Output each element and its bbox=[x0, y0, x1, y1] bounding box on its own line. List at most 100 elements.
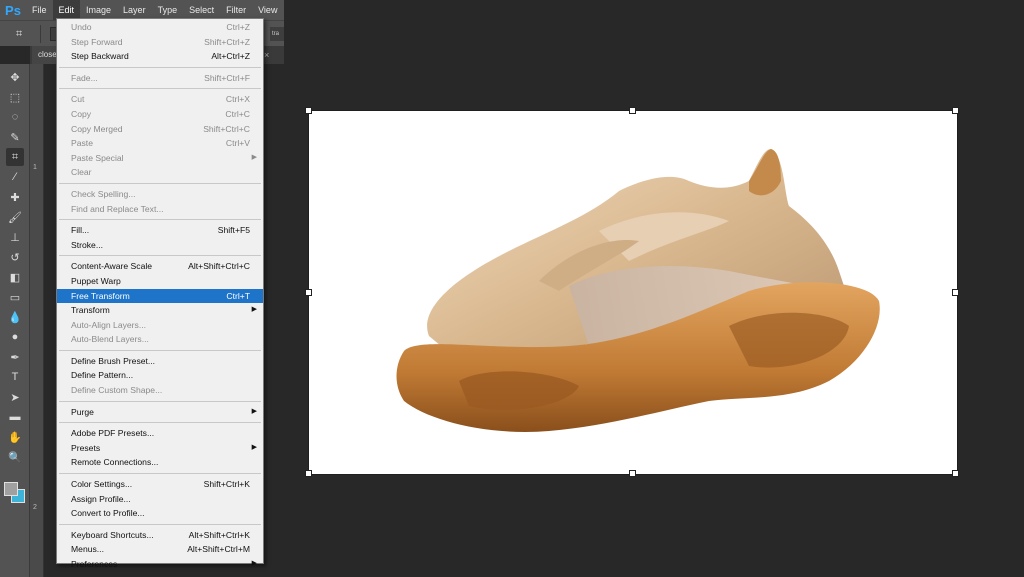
transform-handle-bottom[interactable] bbox=[629, 470, 636, 477]
menu-item-keyboard-shortcuts[interactable]: Keyboard Shortcuts... Alt+Shift+Ctrl+K bbox=[57, 528, 263, 543]
brush-icon[interactable]: 🖌 bbox=[6, 208, 24, 226]
menu-divider bbox=[59, 349, 261, 351]
menu-item-adobe-pdf-presets[interactable]: Adobe PDF Presets... bbox=[57, 426, 263, 441]
sneaker-image bbox=[396, 149, 880, 432]
menu-item-label: Cut bbox=[71, 94, 85, 105]
menu-item-find-and-replace-text[interactable]: Find and Replace Text... bbox=[57, 202, 263, 217]
tab-close-icon[interactable]: × bbox=[264, 50, 269, 60]
menu-item-shortcut: Shift+Ctrl+C bbox=[203, 123, 250, 134]
menu-item-step-forward[interactable]: Step Forward Shift+Ctrl+Z bbox=[57, 35, 263, 50]
zoom-icon[interactable]: 🔍 bbox=[6, 448, 24, 466]
menu-item-shortcut: Shift+Ctrl+K bbox=[203, 479, 250, 490]
menu-image[interactable]: Image bbox=[80, 0, 117, 20]
menu-item-fade[interactable]: Fade... Shift+Ctrl+F bbox=[57, 71, 263, 86]
menu-view[interactable]: View bbox=[252, 0, 283, 20]
menu-file[interactable]: File bbox=[26, 0, 53, 20]
eyedropper-icon[interactable]: ⁄ bbox=[6, 168, 24, 186]
transform-handle-top[interactable] bbox=[629, 107, 636, 114]
menu-divider bbox=[59, 473, 261, 475]
rectangle-icon[interactable]: ▬ bbox=[6, 408, 24, 426]
menu-divider bbox=[59, 182, 261, 184]
menu-item-label: Keyboard Shortcuts... bbox=[71, 529, 154, 540]
healing-icon[interactable]: ✚ bbox=[6, 188, 24, 206]
menu-edit[interactable]: Edit bbox=[52, 0, 81, 20]
menu-item-auto-align-layers[interactable]: Auto-Align Layers... bbox=[57, 318, 263, 333]
marquee-icon[interactable]: ⬚ bbox=[6, 88, 24, 106]
stamp-icon[interactable]: ⊥ bbox=[6, 228, 24, 246]
blur-icon[interactable]: 💧 bbox=[6, 308, 24, 326]
menu-item-label: Presets bbox=[71, 442, 101, 453]
path-select-icon[interactable]: ➤ bbox=[6, 388, 24, 406]
menu-select[interactable]: Select bbox=[183, 0, 220, 20]
menu-item-label: Remote Connections... bbox=[71, 457, 159, 468]
document-canvas[interactable] bbox=[305, 107, 959, 477]
eraser-icon[interactable]: ◧ bbox=[6, 268, 24, 286]
menu-item-label: Free Transform bbox=[71, 290, 130, 301]
move-icon[interactable]: ✥ bbox=[6, 68, 24, 86]
menu-item-cut[interactable]: Cut Ctrl+X bbox=[57, 92, 263, 107]
menu-divider bbox=[59, 400, 261, 402]
menu-item-color-settings[interactable]: Color Settings... Shift+Ctrl+K bbox=[57, 477, 263, 492]
menu-item-clear[interactable]: Clear bbox=[57, 165, 263, 180]
menu-layer[interactable]: Layer bbox=[117, 0, 152, 20]
menu-item-menus[interactable]: Menus... Alt+Shift+Ctrl+M bbox=[57, 542, 263, 557]
gradient-icon[interactable]: ▭ bbox=[6, 288, 24, 306]
transform-handle-bottom-left[interactable] bbox=[305, 470, 312, 477]
menu-item-define-custom-shape[interactable]: Define Custom Shape... bbox=[57, 383, 263, 398]
crop-icon[interactable]: ⌗ bbox=[6, 148, 24, 166]
menu-item-label: Step Forward bbox=[71, 36, 123, 47]
menu-item-content-aware-scale[interactable]: Content-Aware Scale Alt+Shift+Ctrl+C bbox=[57, 259, 263, 274]
menu-item-copy-merged[interactable]: Copy Merged Shift+Ctrl+C bbox=[57, 122, 263, 137]
transform-handle-top-left[interactable] bbox=[305, 107, 312, 114]
menu-item-assign-profile[interactable]: Assign Profile... bbox=[57, 492, 263, 507]
menu-item-label: Menus... bbox=[71, 544, 104, 555]
lasso-icon[interactable]: ◌ bbox=[6, 108, 24, 126]
menu-item-transform[interactable]: Transform ▶ bbox=[57, 303, 263, 318]
submenu-arrow-icon: ▶ bbox=[251, 153, 257, 161]
menu-item-label: Convert to Profile... bbox=[71, 508, 145, 519]
menu-item-convert-to-profile[interactable]: Convert to Profile... bbox=[57, 506, 263, 521]
menu-item-free-transform[interactable]: Free Transform Ctrl+T bbox=[57, 288, 263, 304]
menu-item-fill[interactable]: Fill... Shift+F5 bbox=[57, 223, 263, 238]
menu-item-label: Define Brush Preset... bbox=[71, 355, 156, 366]
menu-item-label: Fade... bbox=[71, 72, 98, 83]
foreground-color-swatch[interactable] bbox=[4, 482, 18, 496]
menu-item-label: Stroke... bbox=[71, 239, 103, 250]
menu-filter[interactable]: Filter bbox=[220, 0, 252, 20]
menu-item-paste[interactable]: Paste Ctrl+V bbox=[57, 136, 263, 151]
menu-item-copy[interactable]: Copy Ctrl+C bbox=[57, 107, 263, 122]
menu-type[interactable]: Type bbox=[152, 0, 184, 20]
submenu-arrow-icon: ▶ bbox=[251, 443, 257, 451]
edit-menu-dropdown: Undo Ctrl+Z Step Forward Shift+Ctrl+Z Step B… bbox=[56, 18, 264, 569]
menu-item-preferences[interactable]: Preferences ▶ bbox=[57, 557, 263, 572]
menu-item-stroke[interactable]: Stroke... bbox=[57, 238, 263, 253]
options-right-field[interactable]: tra bbox=[270, 27, 284, 41]
menu-item-define-brush-preset[interactable]: Define Brush Preset... bbox=[57, 354, 263, 369]
menu-item-label: Find and Replace Text... bbox=[71, 203, 164, 214]
menu-item-remote-connections[interactable]: Remote Connections... bbox=[57, 455, 263, 470]
menu-item-undo[interactable]: Undo Ctrl+Z bbox=[57, 20, 263, 35]
hand-icon[interactable]: ✋ bbox=[6, 428, 24, 446]
menu-item-check-spelling[interactable]: Check Spelling... bbox=[57, 187, 263, 202]
menu-item-define-pattern[interactable]: Define Pattern... bbox=[57, 368, 263, 383]
transform-handle-bottom-right[interactable] bbox=[952, 470, 959, 477]
dodge-icon[interactable]: ● bbox=[6, 328, 24, 346]
menu-item-paste-special[interactable]: Paste Special ▶ bbox=[57, 151, 263, 166]
quick-select-icon[interactable]: ✎ bbox=[6, 128, 24, 146]
history-brush-icon[interactable]: ↺ bbox=[6, 248, 24, 266]
pen-icon[interactable]: ✒ bbox=[6, 348, 24, 366]
type-icon[interactable]: T bbox=[6, 368, 24, 386]
options-divider bbox=[40, 25, 41, 43]
menu-item-presets[interactable]: Presets ▶ bbox=[57, 441, 263, 456]
menu-item-step-backward[interactable]: Step Backward Alt+Ctrl+Z bbox=[57, 49, 263, 64]
transform-handle-right[interactable] bbox=[952, 289, 959, 296]
menu-item-label: Copy Merged bbox=[71, 123, 123, 134]
crop-options-icon[interactable]: ⌗ bbox=[16, 28, 30, 40]
menu-item-purge[interactable]: Purge ▶ bbox=[57, 405, 263, 420]
transform-handle-top-right[interactable] bbox=[952, 107, 959, 114]
menu-item-label: Assign Profile... bbox=[71, 493, 131, 504]
menu-item-puppet-warp[interactable]: Puppet Warp bbox=[57, 274, 263, 289]
menu-item-shortcut: Shift+F5 bbox=[217, 225, 250, 236]
menu-item-auto-blend-layers[interactable]: Auto-Blend Layers... bbox=[57, 332, 263, 347]
transform-handle-left[interactable] bbox=[305, 289, 312, 296]
